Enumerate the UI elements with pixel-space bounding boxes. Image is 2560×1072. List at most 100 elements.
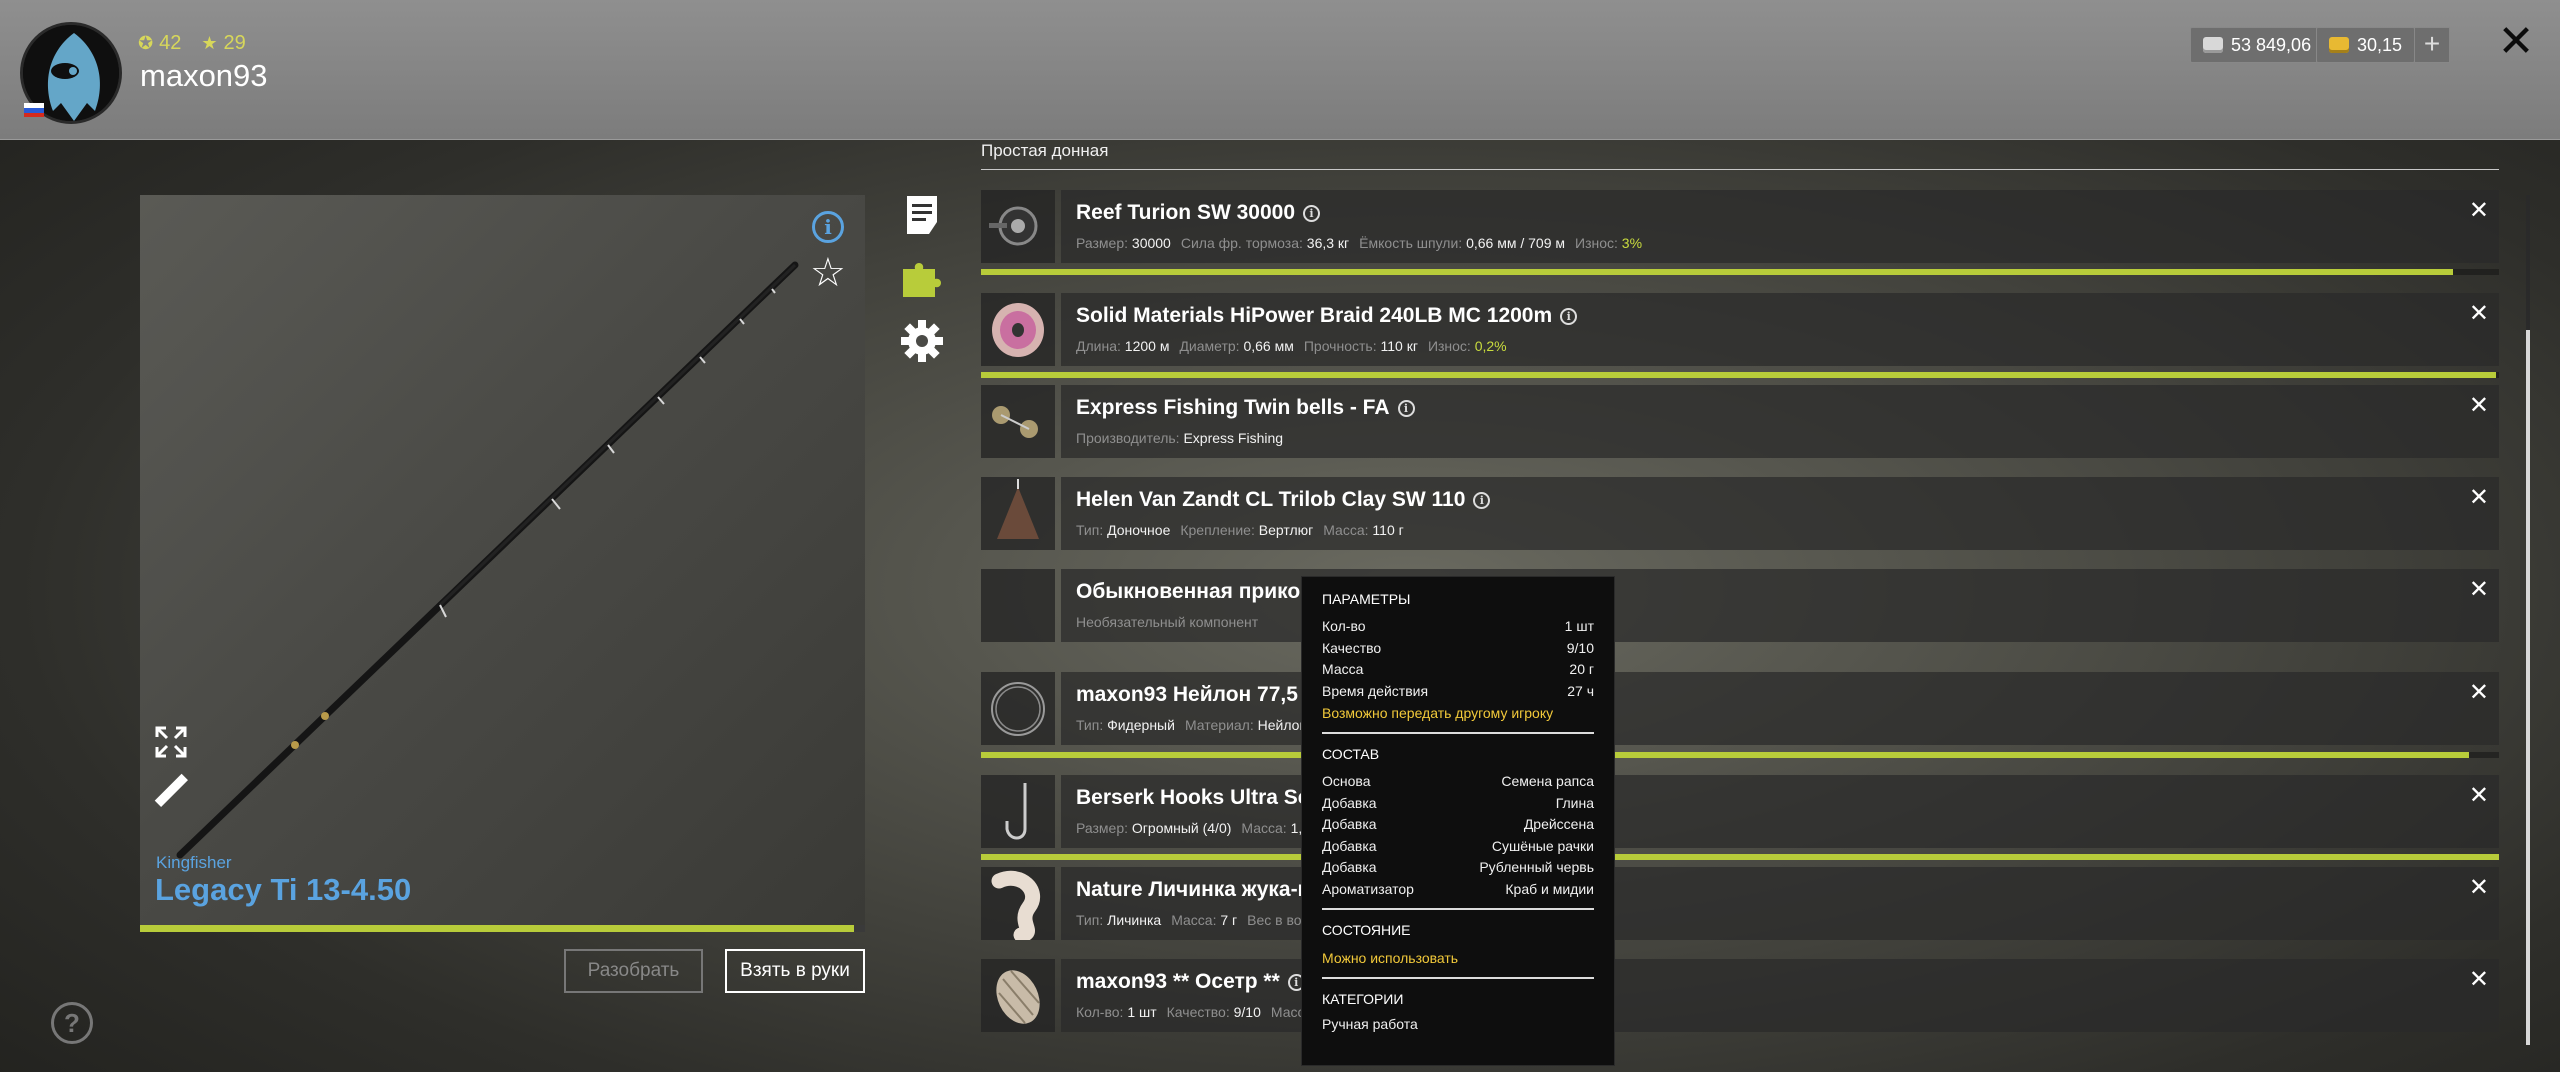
scrollbar-thumb[interactable] (2526, 330, 2530, 1045)
item-body[interactable]: Nature Личинка жука-нi Тип: Личинка Масса:… (1061, 867, 2499, 940)
tackle-list-item[interactable]: Nature Личинка жука-нi Тип: Личинка Масса:… (981, 867, 2499, 940)
tackle-list-item[interactable]: Reef Turion SW 30000 i Размер: 30000 Сила ф… (981, 190, 2499, 263)
scrollbar[interactable] (2526, 195, 2530, 1045)
remove-item-close-icon[interactable]: ✕ (2469, 196, 2489, 225)
tab-components-puzzle-icon[interactable] (899, 255, 945, 301)
item-name: Обыкновенная прикор (1076, 580, 1313, 604)
property-label: Качество: (1166, 1004, 1230, 1020)
remove-item-close-icon[interactable]: ✕ (2469, 781, 2489, 810)
tooltip-row-value: Глина (1555, 794, 1594, 811)
item-name-text: Helen Van Zandt CL Trilob Clay SW 110 (1076, 488, 1466, 511)
property-value: 36,3 кг (1306, 235, 1350, 251)
remove-item-close-icon[interactable]: ✕ (2469, 299, 2489, 328)
item-body[interactable]: Solid Materials HiPower Braid 240LB MC 1… (1061, 293, 2499, 366)
item-body[interactable]: Helen Van Zandt CL Trilob Clay SW 110 i Ти… (1061, 477, 2499, 550)
level-value: 42 (159, 32, 182, 54)
item-properties: Тип: Личинка Масса: 7 г Вес в вод (1076, 912, 1309, 928)
tackle-list-item[interactable]: Обыкновенная прикор Необязательный компон… (981, 569, 2499, 642)
property-label: Масс (1270, 1004, 1305, 1020)
tooltip-row: Качество 9/10 (1322, 638, 1594, 660)
tooltip-row: Масса 20 г (1322, 659, 1594, 681)
property-value: 110 кг (1380, 338, 1418, 354)
item-info-icon[interactable]: i (1303, 205, 1321, 222)
tooltip-params-title: ПАРАМЕТРЫ (1322, 591, 1411, 607)
tackle-list-item[interactable]: Berserk Hooks Ultra SeriРазмер: Огромный… (981, 775, 2499, 848)
tooltip-row: Основа Семена рапса (1322, 771, 1594, 793)
property-label: Крепление: (1180, 522, 1255, 538)
item-name-text: Express Fishing Twin bells - FA (1076, 396, 1390, 419)
tooltip-row: Ароматизатор Краб и мидии (1322, 879, 1594, 901)
remove-item-close-icon[interactable]: ✕ (2469, 873, 2489, 902)
item-info-icon[interactable]: i (1560, 308, 1578, 325)
username: maxon93 (140, 58, 268, 93)
item-name: Nature Личинка жука-нi (1076, 878, 1336, 902)
remove-item-close-icon[interactable]: ✕ (2469, 965, 2489, 994)
item-body[interactable]: maxon93 Нейлон 77,5 мiТип: ФидерныйМатер… (1061, 672, 2499, 745)
tackle-list-item[interactable]: maxon93 ** Осетр ** i Кол-во: 1 шт Качество… (981, 959, 2499, 1032)
groundbait-thumbnail (981, 959, 1055, 1032)
tooltip-row: Добавка Глина (1322, 793, 1594, 815)
property-label: Тип: (1076, 912, 1104, 928)
section-title: Простая донная (981, 141, 1109, 160)
wear-bar-fill (981, 372, 2496, 378)
favorite-star-icon[interactable]: ☆ (810, 253, 846, 293)
wear-bar-fill (981, 752, 2469, 758)
tab-details[interactable] (899, 192, 945, 238)
property-value: Личинка (1107, 912, 1162, 928)
help-icon[interactable]: ? (51, 1002, 93, 1044)
rank-value: 29 (223, 32, 246, 54)
silver-value: 53 849,06 (2231, 34, 2312, 55)
feeder-thumbnail (981, 385, 1055, 458)
tooltip-row: Добавка Дрейссена (1322, 814, 1594, 836)
tooltip-row-key: Добавка (1322, 837, 1377, 854)
tooltip-row-key: Ароматизатор (1322, 880, 1414, 897)
tab-settings-gear-icon[interactable] (899, 318, 945, 364)
item-body[interactable]: Обыкновенная прикор Необязательный компон… (1061, 569, 2499, 642)
tooltip-row: Добавка Рубленный червь (1322, 857, 1594, 879)
tackle-list-item[interactable]: maxon93 Нейлон 77,5 мiТип: ФидерныйМатер… (981, 672, 2499, 745)
tackle-list-item[interactable]: Solid Materials HiPower Braid 240LB MC 1… (981, 293, 2499, 366)
item-name: maxon93 ** Осетр ** i (1076, 970, 1305, 994)
close-button[interactable]: ✕ (2496, 20, 2536, 64)
property-value: 30000 (1131, 235, 1171, 251)
property-label: Масса: (1241, 820, 1287, 836)
item-tooltip: ПАРАМЕТРЫ Кол-во 1 шт Качество 9/10 Масса 20 … (1301, 576, 1615, 1066)
gold-balance: 30,15 (2316, 27, 2416, 63)
property-value: Express Fishing (1183, 430, 1284, 446)
remove-item-close-icon[interactable]: ✕ (2469, 678, 2489, 707)
expand-icon[interactable] (154, 725, 188, 759)
property-value: 0,66 мм / 709 м (1466, 235, 1566, 251)
remove-item-close-icon[interactable]: ✕ (2469, 483, 2489, 512)
property-label: Прочность: (1303, 338, 1377, 354)
ruler-icon[interactable] (154, 773, 188, 807)
item-info-icon[interactable]: i (1473, 492, 1491, 509)
tackle-list-item[interactable]: Express Fishing Twin bells - FA i Производ… (981, 385, 2499, 458)
item-body[interactable]: Reef Turion SW 30000 i Размер: 30000 Сила ф… (1061, 190, 2499, 263)
item-body[interactable]: Berserk Hooks Ultra SeriРазмер: Огромный… (1061, 775, 2499, 848)
remove-item-close-icon[interactable]: ✕ (2469, 391, 2489, 420)
property-value: Нейлон (1257, 717, 1308, 733)
take-in-hands-button[interactable]: Взять в руки (725, 949, 865, 993)
item-name-text: Berserk Hooks Ultra Ser (1076, 786, 1318, 809)
property-value: 7 г (1220, 912, 1238, 928)
property-value: Фидерный (1107, 717, 1175, 733)
add-currency-button[interactable]: + (2414, 27, 2450, 63)
tooltip-composition: Основа Семена рапса Добавка Глина Добавка Дре… (1322, 771, 1594, 900)
disassemble-button[interactable]: Разобрать (564, 949, 703, 993)
tooltip-row: Кол-во 1 шт (1322, 616, 1594, 638)
tackle-list-item[interactable]: Helen Van Zandt CL Trilob Clay SW 110 i Ти… (981, 477, 2499, 550)
groundbait-thumbnail (981, 569, 1055, 642)
item-body[interactable]: Express Fishing Twin bells - FA i Производ… (1061, 385, 2499, 458)
info-icon[interactable]: i (812, 211, 844, 243)
remove-item-close-icon[interactable]: ✕ (2469, 575, 2489, 604)
tooltip-divider (1322, 977, 1594, 979)
tooltip-categories-value: Ручная работа (1322, 1016, 1418, 1032)
property-label: Масса: (1171, 912, 1217, 928)
silver-coins-icon (2203, 37, 2223, 53)
tooltip-row-key: Масса (1322, 661, 1364, 677)
item-body[interactable]: maxon93 ** Осетр ** i Кол-во: 1 шт Качество… (1061, 959, 2499, 1032)
tooltip-divider (1322, 732, 1594, 734)
item-info-icon[interactable]: i (1397, 400, 1415, 417)
wear-bar-fill (981, 854, 2499, 860)
gold-coins-icon (2329, 37, 2349, 53)
